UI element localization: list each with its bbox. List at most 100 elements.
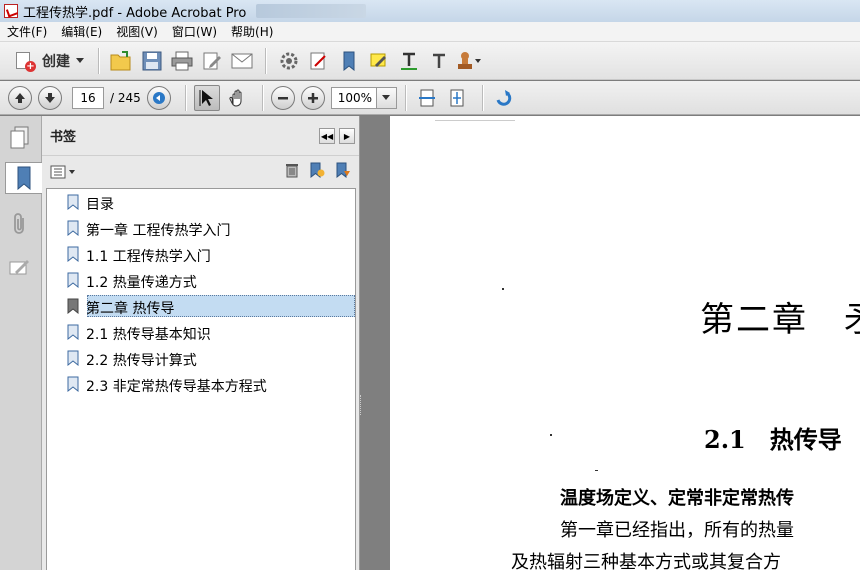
go-back-button[interactable] (146, 85, 171, 110)
scan-speck (595, 470, 598, 471)
options-button[interactable] (48, 162, 77, 182)
cursor-icon (199, 89, 213, 106)
chevron-down-icon (76, 58, 84, 63)
bookmark-item[interactable]: 2.2 热传导计算式 (47, 347, 355, 373)
back-arrow-icon (152, 91, 165, 104)
arrow-down-icon (45, 92, 55, 103)
bookmark-label: 目录 (86, 197, 114, 213)
pages-icon (10, 126, 29, 149)
window-title: 工程传热学.pdf - Adobe Acrobat Pro (23, 5, 247, 21)
rotate-button[interactable] (491, 85, 517, 111)
open-icon[interactable] (107, 46, 137, 76)
collapse-panel-button[interactable]: ◀◀ (319, 128, 335, 144)
bookmark-label: 2.1 热传导基本知识 (86, 327, 211, 343)
create-button[interactable]: + 创建 (8, 47, 90, 75)
next-page-button[interactable] (38, 85, 62, 110)
bookmark-label: 1.2 热量传递方式 (86, 275, 197, 291)
attachments-button[interactable] (5, 208, 35, 240)
hand-icon (229, 89, 242, 107)
bookmark-item[interactable]: 2.1 热传导基本知识 (47, 321, 355, 347)
bookmark-icon (67, 246, 79, 262)
bookmark-icon (67, 298, 79, 314)
zoom-out-button[interactable] (270, 85, 295, 110)
menu-bar: 文件(F) 编辑(E) 视图(V) 窗口(W) 帮助(H) (0, 22, 860, 42)
page-number-input[interactable] (72, 86, 104, 109)
bookmark-label: 1.1 工程传热学入门 (86, 249, 211, 265)
highlight-icon[interactable] (364, 46, 394, 76)
bookmark-item[interactable]: 目录 (47, 191, 355, 217)
minus-icon (277, 96, 288, 99)
create-pdf-icon: + (14, 50, 36, 72)
scan-speck (435, 120, 515, 121)
zoom-in-button[interactable] (300, 85, 325, 110)
text-icon[interactable] (424, 46, 454, 76)
page-total: / 245 (110, 90, 141, 105)
bookmarks-button[interactable] (5, 162, 42, 194)
bookmark-item[interactable]: 2.3 非定常热传导基本方程式 (47, 373, 355, 399)
body-line: 第一章已经指出，所有的热量 (560, 520, 794, 541)
signature-icon (9, 260, 29, 275)
title-bar: 工程传热学.pdf - Adobe Acrobat Pro (0, 0, 860, 22)
zoom-input[interactable] (330, 86, 377, 109)
save-icon[interactable] (137, 46, 167, 76)
scan-speck (550, 434, 552, 436)
toolbar-divider (98, 47, 99, 74)
panel-header: 书签 ◀◀ ▶ (42, 116, 359, 156)
new-bookmark-icon[interactable] (309, 162, 325, 181)
navigation-pane-strip (0, 116, 42, 570)
bookmark-icon (67, 350, 79, 366)
menu-help[interactable]: 帮助(H) (224, 23, 280, 40)
menu-edit[interactable]: 编辑(E) (54, 23, 109, 40)
chevron-down-icon (382, 95, 391, 100)
menu-file[interactable]: 文件(F) (0, 23, 54, 40)
bookmark-add-icon[interactable] (334, 46, 364, 76)
bookmark-item[interactable]: 第一章 工程传热学入门 (47, 217, 355, 243)
delete-bookmark-icon[interactable] (285, 162, 299, 181)
pane-splitter[interactable] (360, 116, 390, 570)
hand-tool-button[interactable] (224, 85, 250, 111)
sign-icon[interactable] (304, 46, 334, 76)
print-icon[interactable] (167, 46, 197, 76)
bookmark-item[interactable]: 1.1 工程传热学入门 (47, 243, 355, 269)
document-page: 第二章 矛 2.1 热传导 温度场定义、定常非定常热传 第一章已经指出，所有的热… (390, 116, 860, 570)
bookmark-icon (67, 376, 79, 392)
background-window-ghost (256, 4, 367, 18)
bookmark-item[interactable]: 1.2 热量传递方式 (47, 269, 355, 295)
navigation-toolbar: / 245 (0, 81, 860, 115)
options-list-icon (50, 165, 66, 179)
bookmark-icon (67, 272, 79, 288)
body-line: 及热辐射三种基本方式或其复合方 (511, 552, 781, 570)
acrobat-app-icon (4, 4, 18, 18)
paperclip-icon (14, 213, 24, 234)
select-tool-button[interactable] (193, 84, 220, 111)
toolbar-divider (481, 84, 483, 111)
signatures-button[interactable] (5, 252, 35, 284)
main-toolbar: + 创建 (0, 42, 860, 80)
panel-toolbar (42, 156, 359, 188)
bookmark-icon (67, 194, 79, 210)
arrow-up-icon (15, 92, 25, 103)
expand-panel-button[interactable]: ▶ (339, 128, 355, 144)
create-label: 创建 (42, 53, 70, 70)
settings-icon[interactable] (274, 46, 304, 76)
fit-page-icon (450, 89, 464, 106)
rotate-icon (496, 89, 511, 106)
bookmark-icon (17, 166, 31, 190)
menu-window[interactable]: 窗口(W) (165, 23, 224, 40)
menu-view[interactable]: 视图(V) (109, 23, 165, 40)
bookmark-label: 2.3 非定常热传导基本方程式 (86, 379, 267, 395)
fit-page-button[interactable] (444, 85, 470, 111)
section-heading: 2.1 热传导 (704, 425, 842, 454)
edit-icon[interactable] (197, 46, 227, 76)
toolbar-divider (261, 84, 263, 111)
splitter-grip[interactable] (360, 395, 363, 415)
expand-bookmark-icon[interactable] (335, 162, 351, 181)
fit-width-button[interactable] (414, 85, 440, 111)
previous-page-button[interactable] (8, 85, 32, 110)
email-icon[interactable] (227, 46, 257, 76)
zoom-dropdown-button[interactable] (376, 86, 397, 109)
toolbar-divider (404, 84, 406, 111)
page-thumbnails-button[interactable] (5, 122, 35, 154)
text-underline-icon[interactable] (394, 46, 424, 76)
stamp-icon[interactable] (454, 46, 484, 76)
